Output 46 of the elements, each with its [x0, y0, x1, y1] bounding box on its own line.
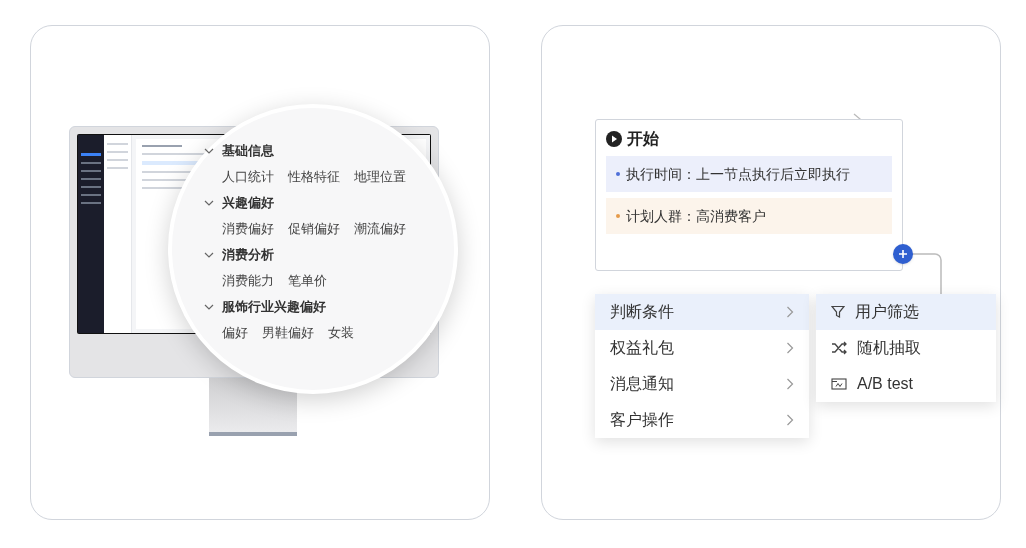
node-title: 开始 — [627, 129, 659, 149]
tag-option[interactable]: 消费能力 — [222, 271, 274, 291]
chevron-icon[interactable] — [204, 146, 214, 156]
chevron-right-icon — [786, 306, 794, 318]
tag-option[interactable]: 消费偏好 — [222, 219, 274, 239]
tag-option[interactable]: 地理位置 — [354, 167, 406, 187]
menu-item[interactable]: 判断条件 — [595, 294, 809, 330]
submenu-item[interactable]: 用户筛选 — [816, 294, 996, 330]
play-icon — [606, 131, 622, 147]
menu-item[interactable]: 客户操作 — [595, 402, 809, 438]
plus-icon — [898, 249, 908, 259]
filter-icon — [831, 305, 845, 319]
tag-option[interactable]: 男鞋偏好 — [262, 323, 314, 343]
group-title: 消费分析 — [222, 246, 274, 265]
submenu-item-label: 随机抽取 — [857, 338, 921, 358]
shuffle-icon — [831, 341, 847, 355]
chevron-icon[interactable] — [204, 198, 214, 208]
submenu-item[interactable]: A/B test — [816, 366, 996, 402]
chevron-right-icon — [786, 342, 794, 354]
menu-item[interactable]: 消息通知 — [595, 366, 809, 402]
menu-item-label: 客户操作 — [610, 410, 674, 430]
node-info-text: 执行时间：上一节点执行后立即执行 — [626, 164, 850, 184]
code-window-icon — [831, 377, 847, 391]
chevron-icon[interactable] — [204, 302, 214, 312]
chevron-right-icon — [786, 414, 794, 426]
group-title: 服饰行业兴趣偏好 — [222, 298, 326, 317]
group-title: 基础信息 — [222, 142, 274, 161]
tag-option[interactable]: 潮流偏好 — [354, 219, 406, 239]
add-button[interactable] — [893, 244, 913, 264]
tag-option[interactable]: 性格特征 — [288, 167, 340, 187]
tag-option[interactable]: 促销偏好 — [288, 219, 340, 239]
menu-item-label: 消息通知 — [610, 374, 674, 394]
menu-item[interactable]: 权益礼包 — [595, 330, 809, 366]
tag-option[interactable]: 女装 — [328, 323, 354, 343]
submenu-item-label: A/B test — [857, 374, 914, 394]
tag-option[interactable]: 偏好 — [222, 323, 248, 343]
submenu-item-label: 用户筛选 — [855, 302, 919, 322]
node-info-text: 计划人群：高消费客户 — [626, 206, 766, 226]
menu-item-label: 判断条件 — [610, 302, 674, 322]
menu-item-label: 权益礼包 — [610, 338, 674, 358]
chevron-right-icon — [786, 378, 794, 390]
chevron-icon[interactable] — [204, 250, 214, 260]
group-title: 兴趣偏好 — [222, 194, 274, 213]
tag-option[interactable]: 笔单价 — [288, 271, 327, 291]
tag-option[interactable]: 人口统计 — [222, 167, 274, 187]
submenu-item[interactable]: 随机抽取 — [816, 330, 996, 366]
